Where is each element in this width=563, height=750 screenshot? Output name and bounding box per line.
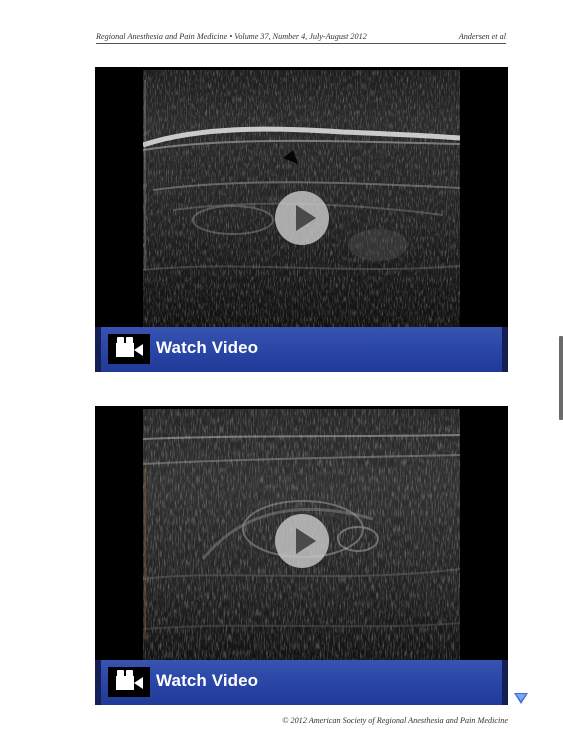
running-header: Regional Anesthesia and Pain Medicine • …: [96, 30, 506, 44]
watch-video-label: Watch Video: [156, 338, 259, 357]
watch-video-button-2[interactable]: Watch Video: [95, 660, 508, 705]
watch-video-label: Watch Video: [156, 671, 259, 690]
bar-edge: [502, 660, 508, 705]
copyright-footer: © 2012 American Society of Regional Anes…: [282, 716, 508, 725]
video-figure-1: Watch Video: [95, 67, 508, 372]
play-icon[interactable]: [275, 191, 329, 245]
video-figure-2: Watch Video: [95, 406, 508, 705]
ultrasound-frame-2[interactable]: [95, 406, 508, 660]
header-rule: [96, 43, 506, 44]
video-camera-icon: [108, 334, 150, 364]
journal-citation: Regional Anesthesia and Pain Medicine • …: [96, 32, 367, 41]
play-icon[interactable]: [275, 514, 329, 568]
scrollbar[interactable]: [559, 336, 563, 420]
author-credit: Andersen et al: [458, 32, 506, 41]
ultrasound-frame-1[interactable]: [95, 67, 508, 327]
bar-edge: [95, 327, 101, 372]
bar-edge: [502, 327, 508, 372]
video-camera-icon: [108, 667, 150, 697]
watch-video-button-1[interactable]: Watch Video: [95, 327, 508, 372]
bar-edge: [95, 660, 101, 705]
down-arrow-icon[interactable]: [512, 689, 530, 707]
